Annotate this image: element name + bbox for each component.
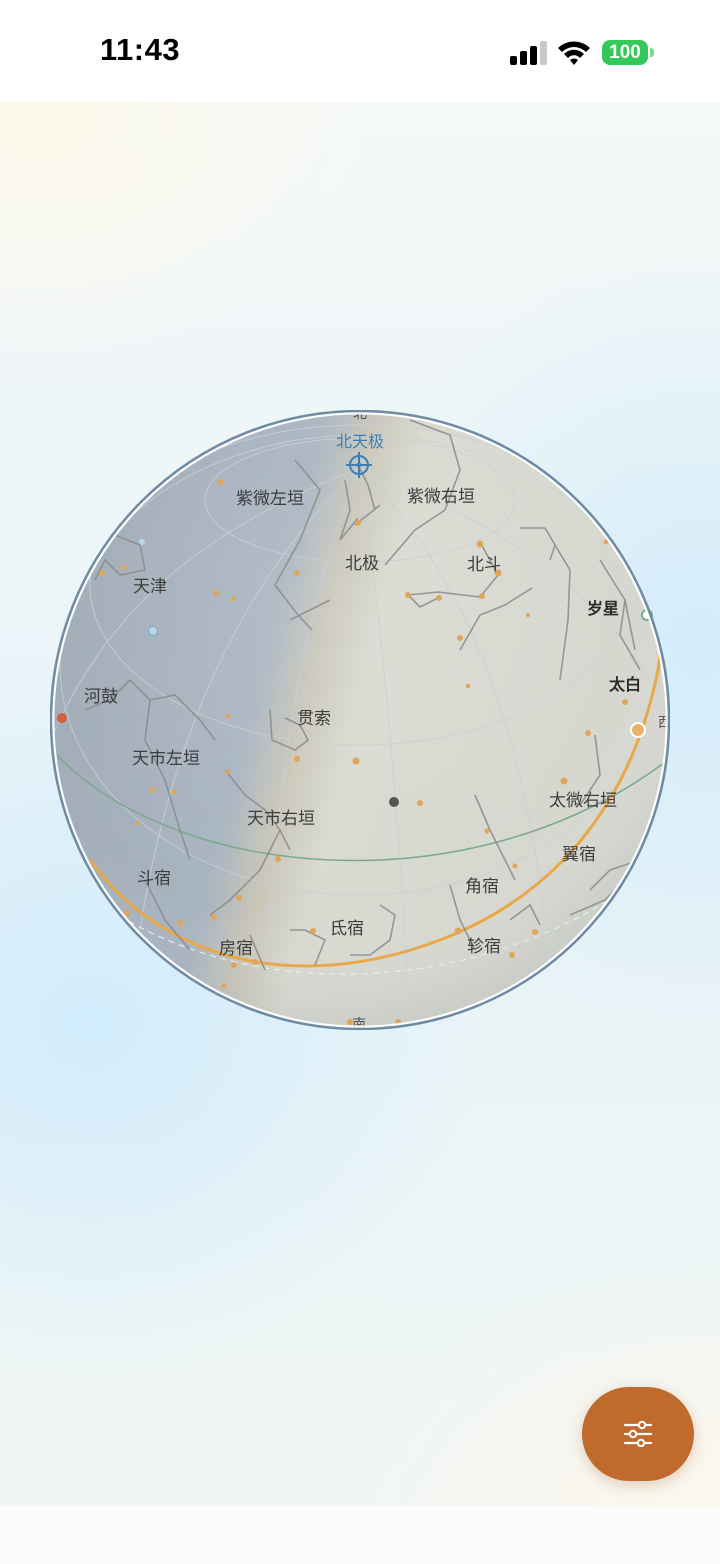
label-yixiu: 翼宿: [562, 845, 596, 865]
home-indicator-area: [0, 1506, 720, 1564]
cellular-signal-icon: [510, 41, 548, 65]
battery-tip: [650, 48, 654, 57]
sliders-icon: [623, 1421, 653, 1447]
battery-indicator: 100: [602, 40, 648, 65]
label-beiji: 北极: [345, 554, 379, 574]
zenith-dot: [389, 797, 399, 807]
status-time: 11:43: [100, 32, 181, 67]
label-dixiu: 氐宿: [330, 919, 364, 939]
celestial-globe[interactable]: 北 北天极 紫微左垣 紫微右垣 北极 北斗 天津 岁星 太白 河鼓 贯索 西 东…: [50, 410, 670, 1030]
label-jiaoxiu: 角宿: [465, 877, 499, 897]
wifi-icon: [556, 38, 592, 66]
label-tsyy: 天市右垣: [247, 809, 315, 829]
pole-label: 北天极: [336, 432, 384, 451]
label-jupiter: 岁星: [587, 599, 619, 618]
mars-dot: [57, 713, 67, 723]
settings-fab-button[interactable]: [582, 1387, 694, 1481]
label-hegu: 河鼓: [84, 687, 118, 707]
status-bar: 11:43 100: [0, 0, 720, 102]
blue-star: [148, 626, 158, 636]
label-beidou: 北斗: [467, 555, 501, 575]
label-fangxiu: 房宿: [219, 939, 253, 959]
label-twyy: 太微右垣: [549, 791, 617, 811]
label-zwyy: 紫微右垣: [407, 487, 475, 507]
label-douxiu: 斗宿: [137, 869, 171, 889]
label-zhenxiu: 轸宿: [467, 937, 501, 957]
venus-marker: [630, 722, 646, 738]
label-tszy: 天市左垣: [132, 749, 200, 769]
label-venus: 太白: [608, 675, 641, 694]
label-tianjin: 天津: [133, 577, 167, 597]
label-guansuo: 贯索: [297, 709, 331, 729]
label-zwzy: 紫微左垣: [236, 489, 304, 509]
